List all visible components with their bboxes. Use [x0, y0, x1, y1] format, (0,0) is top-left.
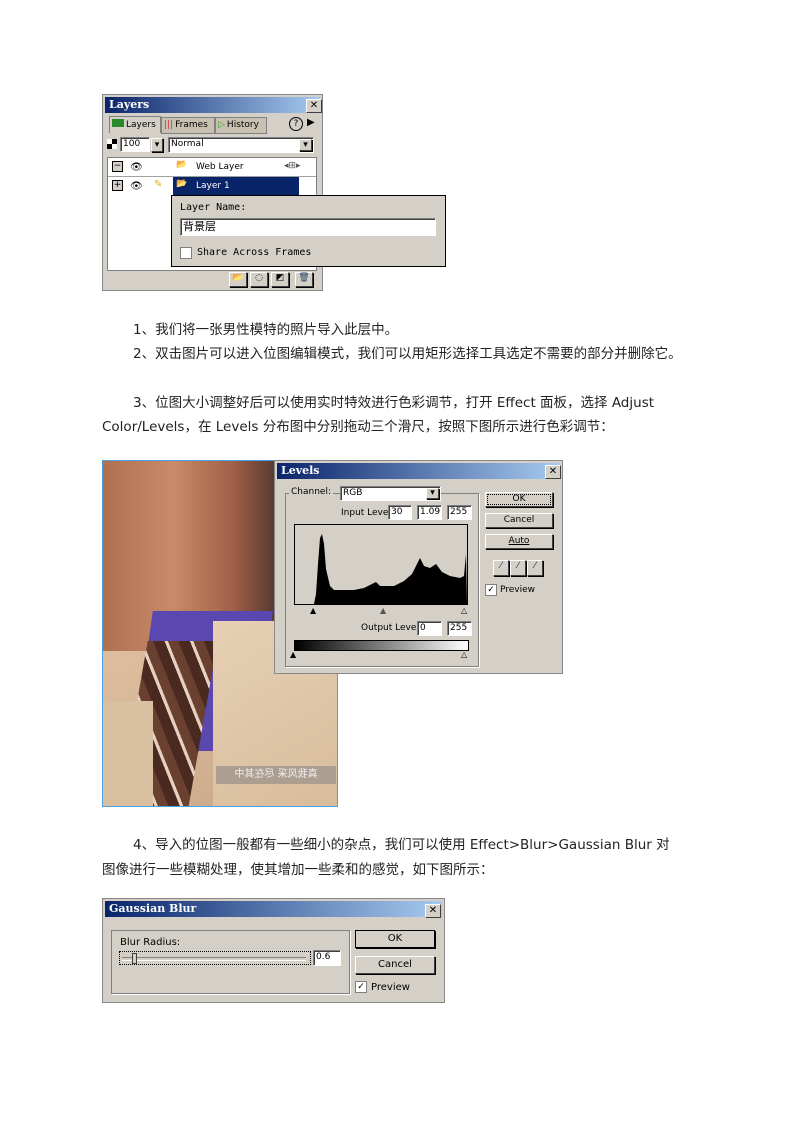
tab-frames[interactable]: ||| Frames: [161, 117, 215, 134]
layer-name: Layer 1: [196, 181, 230, 191]
help-icon[interactable]: ?: [289, 117, 303, 131]
input-gamma-slider[interactable]: ▲: [380, 606, 386, 615]
cancel-button[interactable]: Cancel: [355, 956, 435, 974]
document-page: Layers ✕ Layers ||| Frames ▷ History ? ▶ 1…: [0, 0, 800, 1132]
blend-mode-dropdown-button[interactable]: ▾: [299, 139, 312, 151]
input-level-gamma[interactable]: 1.09: [417, 505, 442, 520]
layer-row[interactable]: − 👁 📂 Web Layer ◂⊞▸: [108, 158, 316, 177]
layer-name-popup: Layer Name: 背景层 Share Across Frames: [171, 195, 446, 267]
paragraph-4-line-1: 4、导入的位图一般都有一些细小的杂点，我们可以使用 Effect>Blur>Ga…: [133, 837, 670, 853]
mask-icon[interactable]: ◌: [250, 272, 268, 287]
folder-icon: 📂: [176, 179, 188, 189]
ok-button[interactable]: OK: [485, 492, 553, 507]
gaussian-blur-dialog: Gaussian Blur ✕ Blur Radius: 0.6 OK Canc…: [102, 898, 445, 1003]
blur-radius-input[interactable]: 0.6: [313, 950, 341, 966]
folder-icon: 📂: [176, 160, 188, 170]
panel-menu-arrow-icon[interactable]: ▶: [307, 117, 315, 128]
expand-icon[interactable]: +: [112, 180, 123, 191]
layer-name-input[interactable]: 背景层: [180, 218, 436, 236]
frames-icon: |||: [164, 120, 174, 130]
input-white-slider[interactable]: △: [461, 606, 467, 615]
layer-selected-highlight: [173, 177, 299, 195]
blur-radius-label: Blur Radius:: [120, 937, 181, 948]
history-icon: ▷: [218, 120, 225, 130]
tab-layers[interactable]: Layers: [109, 116, 161, 133]
levels-dialog: Levels ✕ Channel: RGB ▾ Input Levels: 30…: [274, 460, 563, 674]
layer-name: Web Layer: [196, 162, 244, 172]
opacity-field[interactable]: 100: [120, 137, 150, 152]
channel-dropdown-button[interactable]: ▾: [426, 488, 439, 499]
input-level-white[interactable]: 255: [447, 505, 472, 520]
blend-mode-select[interactable]: Normal: [168, 137, 314, 153]
output-white-slider[interactable]: △: [461, 650, 467, 659]
collapse-icon[interactable]: −: [112, 161, 123, 172]
gaussian-blur-title: Gaussian Blur: [105, 901, 442, 917]
opacity-dropdown-button[interactable]: ▾: [151, 138, 163, 152]
layers-panel-title: Layers: [105, 97, 320, 113]
layers-icon: [112, 119, 124, 127]
preview-label: Preview: [371, 982, 410, 993]
share-across-frames-label: Share Across Frames: [197, 247, 312, 258]
layer-name-label: Layer Name:: [180, 202, 247, 213]
paragraph-3-line-1: 3、位图大小调整好后可以使用实时特效进行色彩调节，打开 Effect 面板，选择…: [133, 395, 655, 411]
paragraph-2: 2、双击图片可以进入位图编辑模式，我们可以用矩形选择工具选定不需要的部分并删除它…: [133, 346, 682, 362]
opacity-icon: [107, 139, 117, 149]
eye-icon[interactable]: 👁: [130, 162, 143, 173]
output-gradient: [294, 640, 469, 651]
input-level-black[interactable]: 30: [388, 505, 412, 520]
output-black-slider[interactable]: ▲: [290, 650, 296, 659]
cancel-button[interactable]: Cancel: [485, 513, 553, 528]
web-layer-icon: ◂⊞▸: [284, 161, 301, 171]
input-black-slider[interactable]: ▲: [310, 606, 316, 615]
tab-history[interactable]: ▷ History: [215, 117, 267, 134]
close-button[interactable]: ✕: [425, 904, 441, 918]
output-level-white[interactable]: 255: [447, 621, 472, 636]
photo-watermark: 真我风采 尽在其中: [216, 766, 336, 784]
paragraph-4-line-2: 图像进行一些模糊处理，使其增加一些柔和的感觉，如下图所示：: [102, 862, 494, 878]
share-across-frames-checkbox[interactable]: [180, 247, 192, 259]
preview-checkbox[interactable]: ✓: [355, 981, 367, 993]
slider-thumb[interactable]: [132, 953, 137, 964]
eye-icon[interactable]: 👁: [130, 181, 143, 192]
ok-button[interactable]: OK: [355, 930, 435, 948]
paragraph-1: 1、我们将一张男性模特的照片导入此层中。: [133, 322, 399, 338]
new-layer-icon[interactable]: 📂: [229, 272, 247, 287]
preview-label: Preview: [500, 585, 536, 595]
auto-button[interactable]: Auto: [485, 534, 553, 549]
duplicate-icon[interactable]: ◩: [271, 272, 289, 287]
layer-row[interactable]: + 👁 ✎ 📂 Layer 1: [108, 177, 316, 195]
black-eyedropper-icon[interactable]: ⁄: [493, 560, 509, 576]
output-level-black[interactable]: 0: [417, 621, 442, 636]
preview-checkbox[interactable]: ✓: [485, 584, 497, 596]
levels-title: Levels: [277, 463, 560, 479]
blur-radius-slider[interactable]: [119, 951, 311, 965]
channel-label: Channel:: [289, 487, 333, 497]
pencil-icon: ✎: [154, 179, 163, 190]
close-button[interactable]: ✕: [545, 465, 561, 479]
paragraph-3-line-2: Color/Levels，在 Levels 分布图中分别拖动三个滑尺，按照下图所…: [102, 419, 614, 435]
white-eyedropper-icon[interactable]: ⁄: [527, 560, 543, 576]
trash-icon[interactable]: 🗑: [295, 272, 313, 287]
gray-eyedropper-icon[interactable]: ⁄: [510, 560, 526, 576]
close-button[interactable]: ✕: [306, 99, 322, 113]
histogram: [294, 524, 468, 605]
